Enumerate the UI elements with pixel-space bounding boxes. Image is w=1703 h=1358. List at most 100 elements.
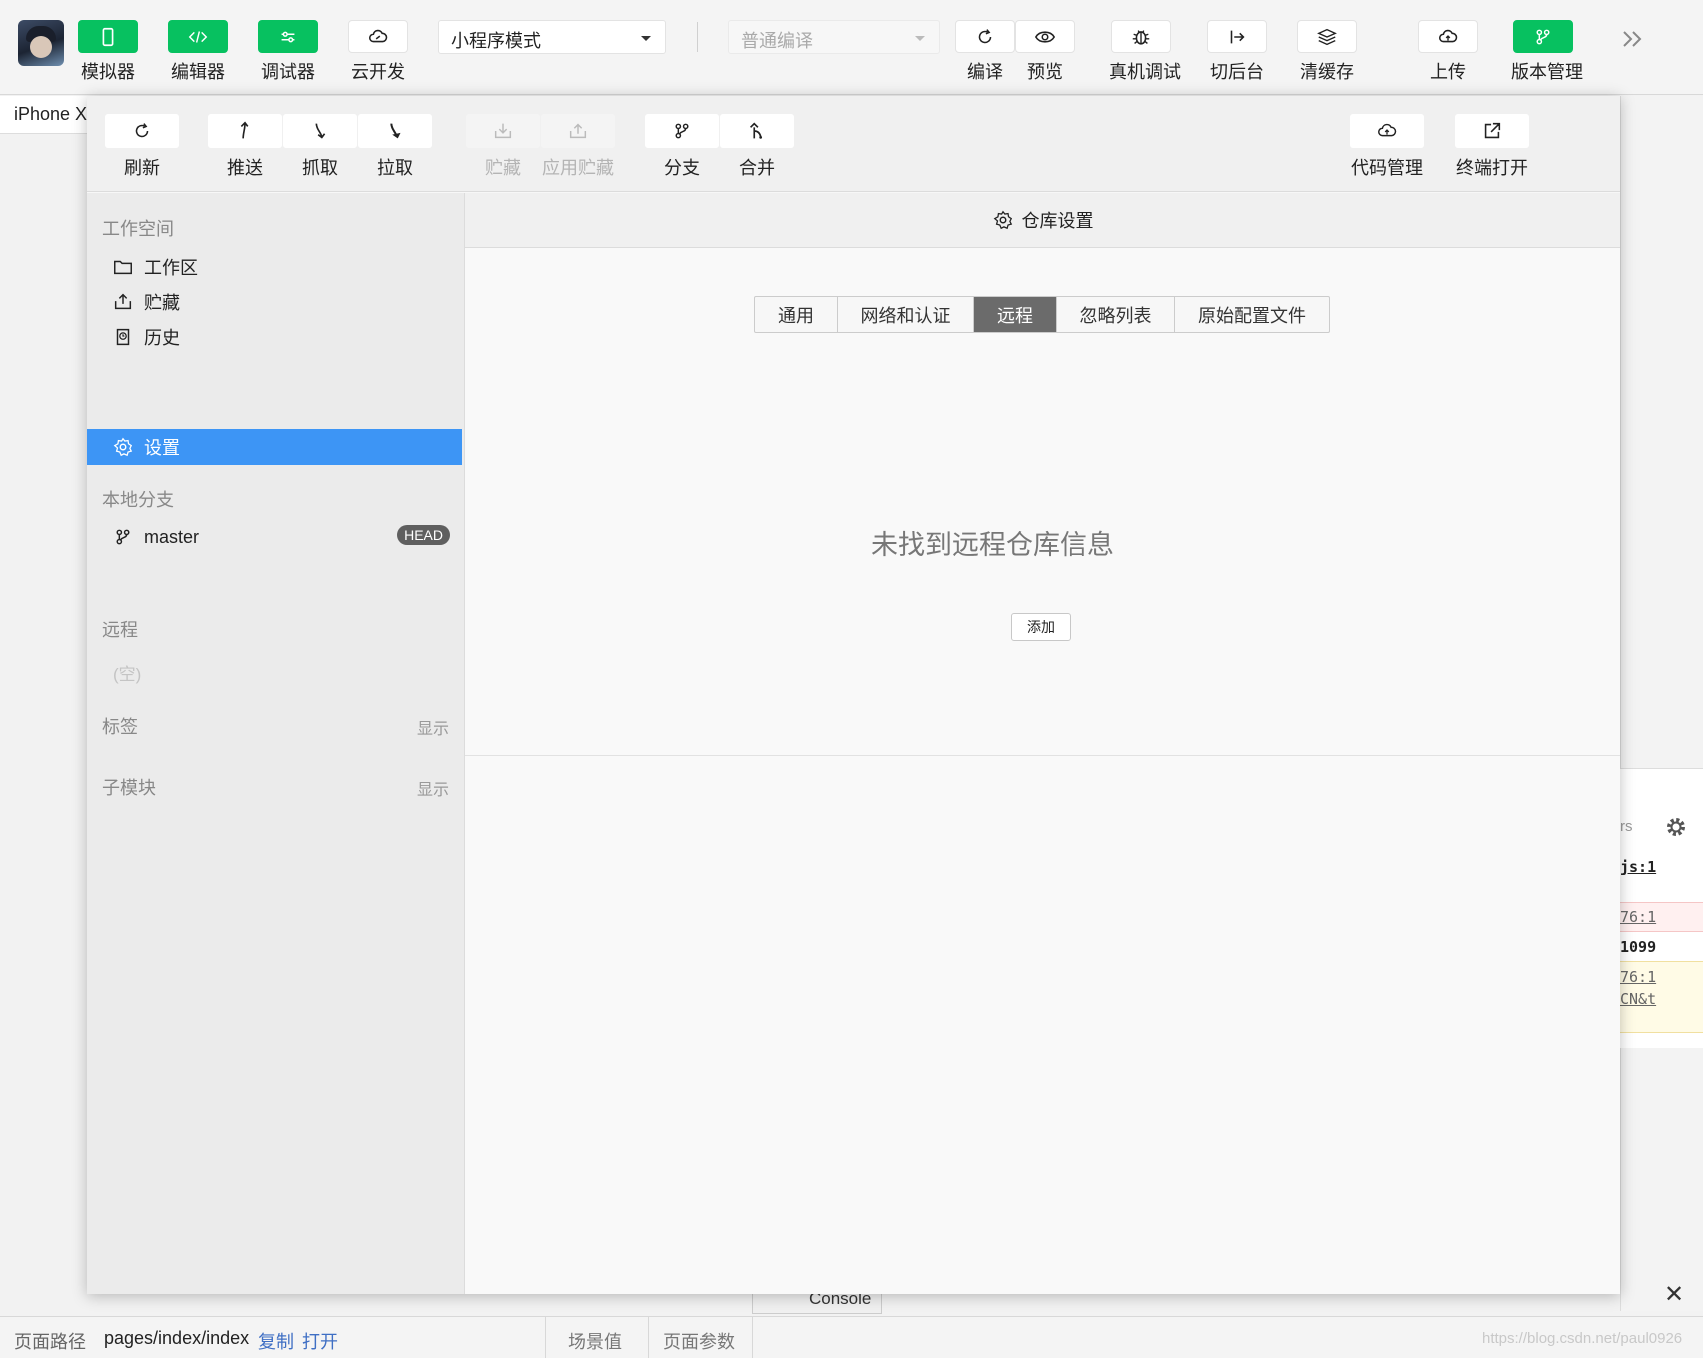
version-management-button[interactable]: 版本管理 bbox=[1511, 20, 1583, 84]
fetch-button[interactable]: 抓取 bbox=[282, 114, 358, 180]
merge-button[interactable]: 合并 bbox=[719, 114, 795, 180]
tab-remote[interactable]: 远程 bbox=[974, 297, 1057, 332]
upload-label: 上传 bbox=[1430, 62, 1466, 82]
tab-ignore-list[interactable]: 忽略列表 bbox=[1057, 297, 1175, 332]
tab-network-auth[interactable]: 网络和认证 bbox=[838, 297, 974, 332]
device-select[interactable]: iPhone X bbox=[14, 104, 87, 125]
open-path-link[interactable]: 打开 bbox=[302, 1328, 338, 1354]
code-management-button[interactable]: 代码管理 bbox=[1349, 114, 1425, 180]
local-branch-section-title: 本地分支 bbox=[102, 490, 174, 510]
switch-icon bbox=[1230, 30, 1245, 43]
cloud-upload-icon bbox=[1438, 29, 1458, 42]
fetch-label: 抓取 bbox=[302, 158, 338, 178]
submodule-show-toggle[interactable]: 显示 bbox=[417, 776, 449, 800]
stash-icon bbox=[494, 123, 512, 139]
clear-cache-button[interactable]: 清缓存 bbox=[1295, 20, 1359, 84]
simulator-label: 模拟器 bbox=[81, 62, 135, 82]
copy-path-link[interactable]: 复制 bbox=[258, 1328, 294, 1354]
stash-label: 贮藏 bbox=[485, 158, 521, 178]
sidebar-item-label: 贮藏 bbox=[144, 293, 180, 313]
toolbar-divider bbox=[697, 22, 698, 52]
user-avatar[interactable] bbox=[18, 20, 64, 66]
remote-empty-text: (空) bbox=[113, 665, 142, 684]
tags-show-toggle[interactable]: 显示 bbox=[417, 715, 449, 739]
head-badge: HEAD bbox=[397, 525, 450, 545]
editor-toggle-button[interactable]: 编辑器 bbox=[166, 20, 230, 84]
console-source-link[interactable]: 76:1 bbox=[1620, 908, 1656, 926]
cloud-link-icon bbox=[368, 29, 388, 42]
branch-item-master[interactable]: master HEAD bbox=[87, 519, 465, 555]
page-path-label: 页面路径 bbox=[14, 1332, 86, 1352]
status-divider bbox=[648, 1316, 649, 1358]
close-icon[interactable]: ✕ bbox=[1664, 1280, 1684, 1309]
remote-debug-button[interactable]: 真机调试 bbox=[1109, 20, 1181, 84]
compile-button[interactable]: 编译 bbox=[953, 20, 1017, 84]
chevron-down-icon bbox=[915, 36, 925, 41]
upload-button[interactable]: 上传 bbox=[1416, 20, 1480, 84]
eye-icon bbox=[1034, 30, 1056, 43]
phone-icon bbox=[102, 27, 114, 46]
sidebar-item-workspace[interactable]: 工作区 bbox=[87, 249, 462, 285]
refresh-button[interactable]: 刷新 bbox=[104, 114, 180, 180]
remote-debug-label: 真机调试 bbox=[1109, 62, 1181, 82]
gear-icon[interactable] bbox=[1664, 815, 1688, 839]
simulator-toggle-button[interactable]: 模拟器 bbox=[76, 20, 140, 84]
page-params-button[interactable]: 页面参数 bbox=[663, 1328, 735, 1354]
stash-button[interactable]: 贮藏 bbox=[465, 114, 541, 180]
double-chevron-right-icon[interactable] bbox=[1620, 28, 1646, 50]
fetch-icon bbox=[315, 123, 326, 139]
debugger-toggle-button[interactable]: 调试器 bbox=[256, 20, 320, 84]
tab-general[interactable]: 通用 bbox=[755, 297, 838, 332]
preview-button[interactable]: 预览 bbox=[1013, 20, 1077, 84]
apply-stash-button[interactable]: 应用贮藏 bbox=[540, 114, 616, 180]
clear-cache-label: 清缓存 bbox=[1300, 62, 1354, 82]
refresh-icon bbox=[978, 28, 992, 43]
background-switch-button[interactable]: 切后台 bbox=[1205, 20, 1269, 84]
sliders-icon bbox=[281, 31, 295, 42]
sidebar-item-stash[interactable]: 贮藏 bbox=[87, 284, 462, 320]
git-icon bbox=[1536, 29, 1550, 44]
tags-section-title: 标签 bbox=[102, 717, 138, 737]
terminal-open-button[interactable]: 终端打开 bbox=[1454, 114, 1530, 180]
push-icon bbox=[240, 121, 249, 139]
merge-icon bbox=[749, 122, 763, 139]
gear-icon bbox=[993, 210, 1012, 230]
add-remote-button[interactable]: 添加 bbox=[1011, 613, 1071, 641]
console-source-link[interactable]: js:1 bbox=[1620, 858, 1656, 876]
external-link-icon bbox=[1484, 122, 1501, 139]
version-management-label: 版本管理 bbox=[1511, 62, 1583, 82]
devtools-area bbox=[1620, 96, 1703, 1311]
pull-button[interactable]: 拉取 bbox=[357, 114, 433, 180]
gear-icon bbox=[113, 437, 133, 457]
cloud-dev-button[interactable]: 云开发 bbox=[346, 20, 410, 84]
bug-icon bbox=[1132, 29, 1150, 45]
scene-value-button[interactable]: 场景值 bbox=[568, 1328, 622, 1354]
tab-raw-config[interactable]: 原始配置文件 bbox=[1175, 297, 1329, 332]
push-button[interactable]: 推送 bbox=[207, 114, 283, 180]
terminal-open-label: 终端打开 bbox=[1456, 158, 1528, 178]
apply-stash-icon bbox=[569, 123, 587, 139]
cloud-dev-label: 云开发 bbox=[351, 62, 405, 82]
branch-name: master bbox=[144, 526, 200, 547]
debugger-label: 调试器 bbox=[261, 62, 315, 82]
workspace-section-title: 工作空间 bbox=[102, 219, 174, 239]
status-divider bbox=[752, 1316, 753, 1358]
status-divider bbox=[545, 1316, 546, 1358]
merge-label: 合并 bbox=[739, 158, 775, 178]
preview-label: 预览 bbox=[1027, 62, 1063, 82]
layers-icon bbox=[1317, 28, 1337, 45]
devtools-filter-fragment: rs bbox=[1620, 818, 1633, 835]
divider bbox=[465, 755, 1620, 756]
page-title: 仓库设置 bbox=[1021, 211, 1094, 231]
sidebar-item-history[interactable]: 历史 bbox=[87, 319, 462, 355]
pull-label: 拉取 bbox=[377, 158, 413, 178]
push-label: 推送 bbox=[227, 158, 263, 178]
branch-button[interactable]: 分支 bbox=[644, 114, 720, 180]
mode-select[interactable]: 小程序模式 bbox=[438, 20, 666, 54]
pull-icon bbox=[390, 123, 401, 139]
folder-icon bbox=[114, 260, 132, 275]
console-source-link[interactable]: 76:1 bbox=[1620, 968, 1656, 986]
sidebar-item-settings[interactable]: 设置 bbox=[87, 429, 462, 465]
apply-stash-label: 应用贮藏 bbox=[542, 158, 614, 178]
compile-mode-select[interactable]: 普通编译 bbox=[728, 20, 940, 54]
